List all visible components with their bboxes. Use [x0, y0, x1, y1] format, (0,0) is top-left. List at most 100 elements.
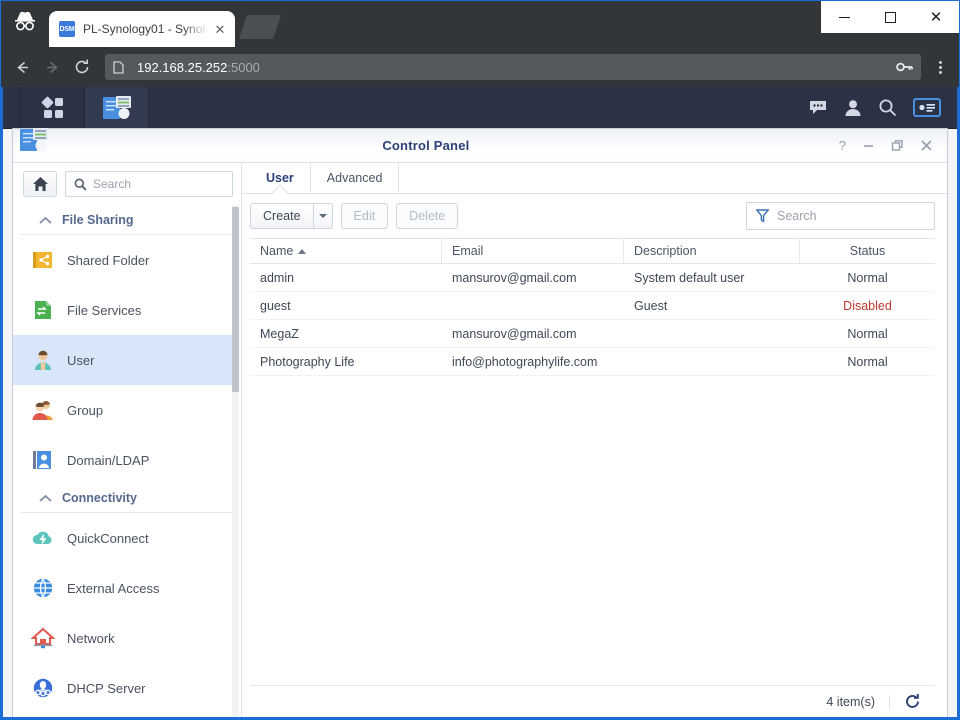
external-access-icon [31, 576, 55, 600]
column-header-email[interactable]: Email [442, 239, 624, 263]
tab-user[interactable]: User [250, 163, 311, 193]
forward-arrow-icon [37, 52, 67, 82]
dhcp-server-icon [31, 676, 55, 700]
home-icon[interactable] [23, 171, 57, 197]
user-account-icon[interactable] [844, 99, 862, 117]
refresh-icon[interactable] [890, 693, 921, 710]
cell-name: MegaZ [260, 326, 299, 341]
minimize-icon[interactable] [821, 1, 867, 33]
address-bar[interactable]: 192.168.25.252:5000 [105, 54, 921, 80]
sidebar-item-label: Group [67, 402, 104, 418]
cell-description [624, 320, 800, 347]
browser-tab-strip: DSM PL-Synology01 - Synolog ✕ ✕ [1, 1, 959, 47]
sidebar-item-shared-folder[interactable]: Shared Folder [13, 235, 235, 285]
restore-icon[interactable] [891, 139, 904, 152]
minimize-icon[interactable] [862, 139, 875, 152]
sidebar-item-label: Domain/LDAP [67, 452, 150, 468]
column-header-status[interactable]: Status [800, 239, 935, 263]
table-search-input[interactable]: Search [746, 202, 935, 230]
maximize-icon[interactable] [867, 1, 913, 33]
close-icon[interactable] [920, 139, 933, 152]
dsm-taskbar [3, 87, 957, 129]
user-table: Name Email Description Status admin mans… [242, 238, 947, 685]
back-arrow-icon[interactable] [7, 52, 37, 82]
file-services-icon [31, 298, 55, 322]
tab-advanced[interactable]: Advanced [311, 163, 400, 193]
create-split-button[interactable]: Create [250, 203, 333, 229]
control-panel-content: User Advanced Create Edit Delete Search … [242, 163, 947, 717]
table-row[interactable]: guest Guest Disabled [250, 292, 935, 320]
close-icon[interactable]: ✕ [913, 1, 959, 33]
sidebar-item-label: File Services [67, 302, 142, 318]
control-panel-sidebar: Search File Sharing Shared Folder File S… [13, 163, 242, 717]
dsm-favicon: DSM [59, 21, 75, 37]
sidebar-item-dhcp-server[interactable]: DHCP Server [13, 663, 235, 713]
page-document-icon [113, 60, 127, 74]
column-header-description[interactable]: Description [624, 239, 800, 263]
cell-email: mansurov@gmail.com [452, 270, 577, 285]
sidebar-top-bar: Search [13, 163, 241, 205]
delete-button[interactable]: Delete [396, 203, 459, 229]
sidebar-group-label: Connectivity [62, 491, 138, 505]
table-search-placeholder: Search [777, 209, 817, 223]
sidebar-item-external-access[interactable]: External Access [13, 563, 235, 613]
widgets-icon[interactable] [913, 98, 941, 117]
sidebar-item-label: External Access [67, 580, 160, 596]
control-panel-taskbar-icon[interactable] [85, 87, 149, 128]
help-icon[interactable]: ? [839, 139, 846, 152]
sidebar-item-user[interactable]: User [13, 335, 235, 385]
sidebar-item-label: Shared Folder [67, 252, 150, 268]
item-count-label: 4 item(s) [826, 694, 890, 709]
column-header-label: Email [452, 244, 484, 258]
browser-tab[interactable]: DSM PL-Synology01 - Synolog ✕ [49, 11, 235, 47]
create-button[interactable]: Create [250, 203, 313, 229]
new-tab-button[interactable] [239, 15, 281, 39]
search-input-placeholder: Search [93, 177, 132, 191]
content-tabs: User Advanced [242, 163, 947, 194]
domain-ldap-icon [31, 448, 55, 472]
password-key-icon[interactable] [893, 61, 913, 73]
browser-tab-title: PL-Synology01 - Synolog [83, 22, 211, 36]
sidebar-item-label: QuickConnect [67, 530, 149, 546]
cell-email: mansurov@gmail.com [452, 326, 577, 341]
three-dot-menu-icon[interactable] [927, 52, 953, 82]
sidebar-item-file-services[interactable]: File Services [13, 285, 235, 335]
close-icon[interactable]: ✕ [211, 20, 229, 38]
cell-status: Normal [847, 270, 888, 285]
main-menu-tile-icon[interactable] [21, 87, 85, 128]
browser-window-controls: ✕ [821, 1, 959, 33]
control-panel-window: Control Panel ? Search File Sharing Shar… [13, 128, 947, 717]
caret-down-icon[interactable] [312, 203, 333, 229]
column-header-label: Name [260, 244, 294, 258]
table-row[interactable]: admin mansurov@gmail.com System default … [250, 264, 935, 292]
sidebar-item-domain-ldap[interactable]: Domain/LDAP [13, 435, 235, 485]
search-input[interactable]: Search [65, 171, 233, 197]
sidebar-item-group[interactable]: Group [13, 385, 235, 435]
edit-button[interactable]: Edit [340, 203, 389, 229]
control-panel-titlebar: Control Panel ? [13, 128, 947, 163]
table-row[interactable]: MegaZ mansurov@gmail.com Normal [250, 320, 935, 348]
sidebar-scrollbar-thumb[interactable] [232, 207, 239, 392]
url-port: :5000 [227, 59, 260, 75]
sidebar-item-label: Network [67, 630, 115, 646]
sidebar-item-network[interactable]: Network [13, 613, 235, 663]
sidebar-group-label: File Sharing [62, 213, 134, 227]
column-header-name[interactable]: Name [250, 239, 442, 263]
table-rows: admin mansurov@gmail.com System default … [250, 264, 935, 685]
notifications-icon[interactable] [808, 99, 828, 117]
table-row[interactable]: Photography Life info@photographylife.co… [250, 348, 935, 376]
cell-description [624, 348, 800, 375]
sidebar-item-quickconnect[interactable]: QuickConnect [13, 513, 235, 563]
sidebar-group-file-sharing[interactable]: File Sharing [21, 207, 235, 235]
sidebar-group-connectivity[interactable]: Connectivity [21, 485, 235, 513]
search-icon[interactable] [878, 98, 897, 117]
control-panel-window-buttons: ? [839, 139, 947, 152]
shared-folder-icon [31, 248, 55, 272]
page-title: Control Panel [382, 138, 470, 153]
taskbar-edge [3, 87, 21, 128]
chrome-browser-window: DSM PL-Synology01 - Synolog ✕ ✕ 192.168.… [0, 0, 960, 720]
control-panel-icon [19, 125, 49, 155]
dsm-page-viewport: Control Panel ? Search File Sharing Shar… [1, 87, 959, 719]
reload-icon[interactable] [67, 52, 97, 82]
cell-status: Normal [847, 354, 888, 369]
